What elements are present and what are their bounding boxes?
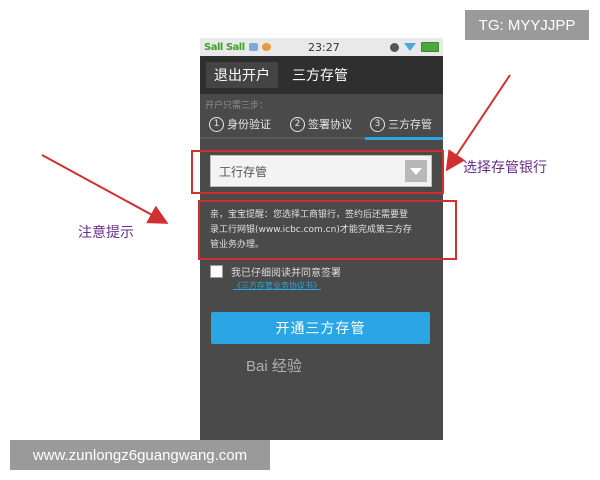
step-label: 身份验证 (227, 118, 271, 131)
step-number: 1 (209, 116, 224, 132)
step-label: 签署协议 (308, 118, 352, 131)
top-tab-bar: 退出开户 三方存管 (200, 56, 443, 94)
tab-exit-account-opening[interactable]: 退出开户 (206, 62, 278, 88)
active-step-underline (365, 137, 443, 140)
step-identity-verification: 1 身份验证 (209, 116, 271, 132)
status-time: 23:27 (308, 40, 340, 54)
arrow-to-notice (41, 154, 169, 224)
signal-icon-2: Sall (225, 41, 245, 53)
message-icon (248, 43, 258, 51)
alarm-icon (390, 42, 399, 52)
bank-select-highlight (191, 150, 444, 194)
baidu-watermark: Bai 经验 (246, 358, 302, 375)
arrow-to-bank-select (445, 74, 511, 172)
step-third-party-custody: 3 三方存管 (370, 116, 432, 132)
agreement-row: 我已仔细阅读并同意签署 (210, 264, 341, 279)
tab-third-party-custody[interactable]: 三方存管 (284, 62, 356, 88)
wifi-icon (404, 43, 416, 51)
steps-heading: 开户只需三步： (205, 101, 269, 111)
step-number: 2 (290, 116, 305, 132)
annotation-notice: 注意提示 (78, 225, 134, 241)
url-watermark: www.zunlongz6guangwang.com (10, 440, 270, 470)
signal-icon: Sall (204, 41, 223, 53)
steps-indicator: 1 身份验证 2 签署协议 3 三方存管 (200, 113, 443, 135)
agreement-link[interactable]: 《三方存管业务协议书》 (233, 280, 343, 290)
battery-icon (421, 42, 439, 52)
agree-checkbox[interactable] (210, 265, 223, 278)
step-number: 3 (370, 116, 385, 132)
tg-watermark: TG: MYYJJPP (465, 10, 589, 40)
status-bar: Sall Sall 23:27 (200, 38, 443, 56)
step-label: 三方存管 (388, 118, 432, 131)
app-notification-icon (261, 43, 271, 51)
notice-highlight (198, 200, 457, 260)
agree-label: 我已仔细阅读并同意签署 (231, 268, 341, 279)
open-custody-button[interactable]: 开通三方存管 (211, 312, 430, 344)
step-sign-agreement: 2 签署协议 (290, 116, 352, 132)
annotation-select-bank: 选择存管银行 (463, 160, 547, 176)
